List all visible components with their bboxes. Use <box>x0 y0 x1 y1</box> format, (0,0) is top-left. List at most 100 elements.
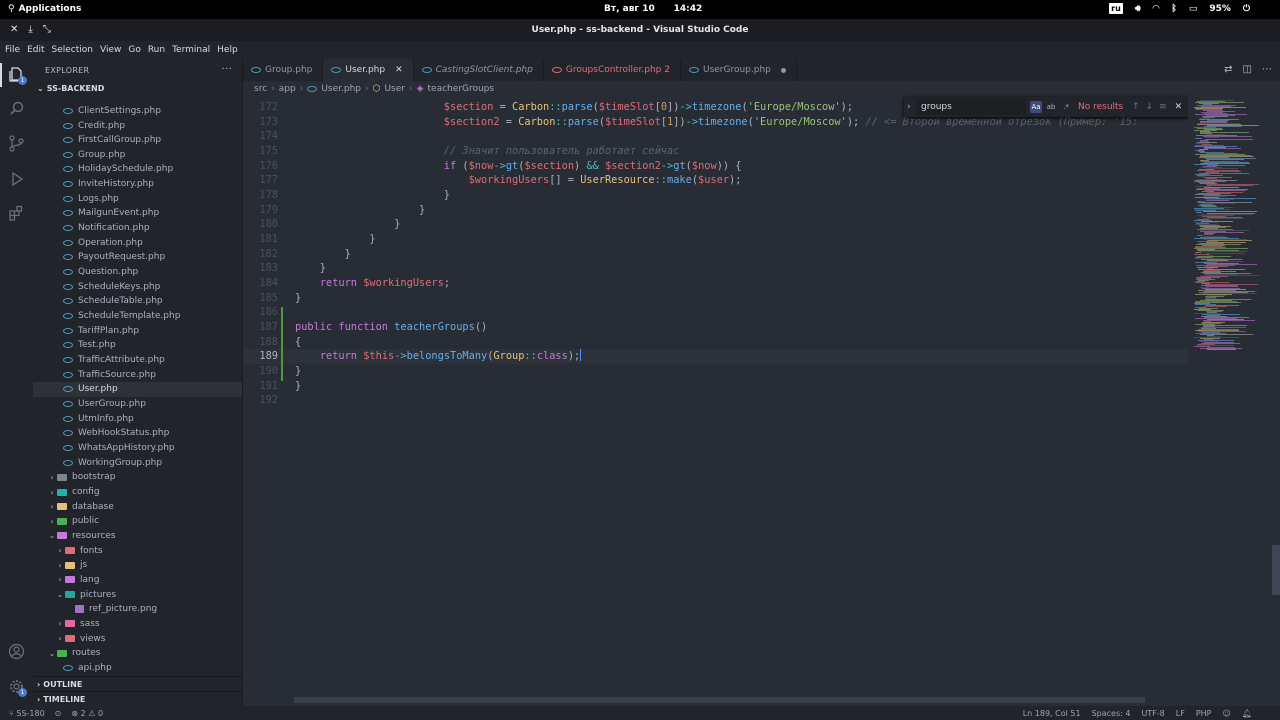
scrollbar-thumb[interactable] <box>1272 545 1280 595</box>
timeline-section[interactable]: › TIMELINE <box>33 691 242 706</box>
minimap[interactable] <box>1188 97 1272 706</box>
folder-item[interactable]: › lang <box>33 573 242 588</box>
file-item[interactable]: api.php <box>33 661 242 676</box>
menu-selection[interactable]: Selection <box>52 45 93 55</box>
file-item[interactable]: Group.php <box>33 147 242 162</box>
vertical-scrollbar[interactable] <box>1272 97 1280 706</box>
breadcrumb-item[interactable]: User <box>384 84 405 94</box>
explorer-icon[interactable]: 1 <box>8 66 27 85</box>
system-tray[interactable]: ru 🔊︎ ◠ ᛒ ▭ 95% ⏻ <box>1109 3 1250 14</box>
code-editor[interactable]: 172 $section = Carbon::parse($timeSlot[0… <box>243 97 1188 706</box>
file-item[interactable]: Credit.php <box>33 118 242 133</box>
regex-toggle[interactable]: .* <box>1060 101 1072 113</box>
more-actions-icon[interactable]: ··· <box>222 64 232 75</box>
file-item[interactable]: WebHookStatus.php <box>33 426 242 441</box>
file-item[interactable]: Notification.php <box>33 221 242 236</box>
horizontal-scrollbar[interactable] <box>294 697 1145 703</box>
toggle-replace-icon[interactable]: › <box>904 102 914 112</box>
file-item[interactable]: Question.php <box>33 265 242 280</box>
menu-terminal[interactable]: Terminal <box>172 45 210 55</box>
keyboard-layout-indicator[interactable]: ru <box>1109 3 1123 14</box>
split-editor-icon[interactable]: ◫ <box>1243 64 1252 75</box>
outline-section[interactable]: › OUTLINE <box>33 676 242 691</box>
feedback-icon[interactable]: ☺ <box>1223 709 1231 718</box>
menu-view[interactable]: View <box>100 45 121 55</box>
file-item[interactable]: PayoutRequest.php <box>33 250 242 265</box>
close-icon[interactable]: ✕ <box>1175 102 1183 112</box>
file-item[interactable]: ClientSettings.php <box>33 104 242 119</box>
problems-indicator[interactable]: ⊗ 2 ⚠ 0 <box>71 709 103 718</box>
cursor-position[interactable]: Ln 189, Col 51 <box>1023 709 1081 718</box>
file-item[interactable]: UtmInfo.php <box>33 411 242 426</box>
menu-edit[interactable]: Edit <box>27 45 44 55</box>
file-item[interactable]: TariffPlan.php <box>33 323 242 338</box>
breadcrumb-item[interactable]: teacherGroups <box>428 84 495 94</box>
encoding[interactable]: UTF-8 <box>1141 709 1164 718</box>
file-item[interactable]: User.php <box>33 382 242 397</box>
end-of-line[interactable]: LF <box>1176 709 1185 718</box>
folder-item[interactable]: › sass <box>33 617 242 632</box>
more-actions-icon[interactable]: ⋯ <box>1262 64 1272 75</box>
file-item[interactable]: Logs.php <box>33 191 242 206</box>
extensions-icon[interactable] <box>8 205 25 222</box>
branch-indicator[interactable]: ⑂ SS-180 <box>9 709 45 718</box>
file-item[interactable]: MailgunEvent.php <box>33 206 242 221</box>
project-section[interactable]: ⌄ SS-BACKEND <box>33 81 242 95</box>
file-item[interactable]: FirstCallGroup.php <box>33 133 242 148</box>
file-item[interactable]: ScheduleTable.php <box>33 294 242 309</box>
file-item[interactable]: TrafficAttribute.php <box>33 353 242 368</box>
file-item[interactable]: Test.php <box>33 338 242 353</box>
tab-castingslotclient-php[interactable]: CastingSlotClient.php <box>414 59 544 81</box>
file-item[interactable]: ScheduleTemplate.php <box>33 309 242 324</box>
menu-file[interactable]: File <box>5 45 20 55</box>
match-case-toggle[interactable]: Aa <box>1030 101 1042 113</box>
settings-gear-icon[interactable]: 1 <box>8 678 27 697</box>
file-item[interactable]: WhatsAppHistory.php <box>33 441 242 456</box>
folder-item[interactable]: › public <box>33 514 242 529</box>
find-in-selection-icon[interactable]: ≡ <box>1159 102 1167 112</box>
file-item[interactable]: TrafficSource.php <box>33 367 242 382</box>
file-item[interactable]: UserGroup.php <box>33 397 242 412</box>
applications-menu[interactable]: ⚲ Applications <box>8 4 81 14</box>
folder-item[interactable]: › js <box>33 558 242 573</box>
breadcrumb-item[interactable]: app <box>279 84 296 94</box>
tab-groupscontroller-php[interactable]: GroupsController.php 2 <box>544 59 681 81</box>
breadcrumb-item[interactable]: src <box>254 84 267 94</box>
file-item[interactable]: HolidaySchedule.php <box>33 162 242 177</box>
folder-item[interactable]: › views <box>33 631 242 646</box>
account-icon[interactable] <box>8 643 25 660</box>
source-control-icon[interactable] <box>8 135 25 152</box>
notifications-bell-icon[interactable]: 🔔︎ <box>1242 709 1252 718</box>
folder-item[interactable]: ⌄ resources <box>33 529 242 544</box>
folder-item[interactable]: › fonts <box>33 543 242 558</box>
next-match-icon[interactable]: ↓ <box>1146 102 1154 112</box>
sync-icon[interactable]: ⊙ <box>55 709 62 718</box>
file-item[interactable]: WorkingGroup.php <box>33 455 242 470</box>
search-icon[interactable] <box>8 100 25 117</box>
unsaved-dot-icon[interactable] <box>780 67 786 73</box>
folder-item[interactable]: ⌄ pictures <box>33 587 242 602</box>
tab-user-php[interactable]: User.php ✕ <box>323 59 414 81</box>
whole-word-toggle[interactable]: ab <box>1045 101 1057 113</box>
file-item[interactable]: ref_picture.png <box>33 602 242 617</box>
previous-match-icon[interactable]: ↑ <box>1132 102 1140 112</box>
breadcrumb-item[interactable]: User.php <box>321 84 361 94</box>
folder-item[interactable]: › database <box>33 499 242 514</box>
menu-help[interactable]: Help <box>217 45 238 55</box>
find-input[interactable]: groups <box>916 99 1026 115</box>
file-item[interactable]: Operation.php <box>33 235 242 250</box>
run-debug-icon[interactable] <box>8 170 25 187</box>
close-icon[interactable]: ✕ <box>395 65 403 75</box>
clock[interactable]: Вт, авг 10 14:42 <box>604 4 702 14</box>
tab-usergroup-php[interactable]: UserGroup.php <box>681 59 797 81</box>
indentation[interactable]: Spaces: 4 <box>1092 709 1131 718</box>
file-item[interactable]: ScheduleKeys.php <box>33 279 242 294</box>
tab-group-php[interactable]: Group.php <box>243 59 324 81</box>
menu-go[interactable]: Go <box>128 45 140 55</box>
language-mode[interactable]: PHP <box>1196 709 1212 718</box>
folder-item[interactable]: ⌄ routes <box>33 646 242 661</box>
folder-item[interactable]: › bootstrap <box>33 470 242 485</box>
open-changes-icon[interactable]: ⇄ <box>1224 64 1232 75</box>
folder-item[interactable]: › config <box>33 485 242 500</box>
file-item[interactable]: InviteHistory.php <box>33 177 242 192</box>
